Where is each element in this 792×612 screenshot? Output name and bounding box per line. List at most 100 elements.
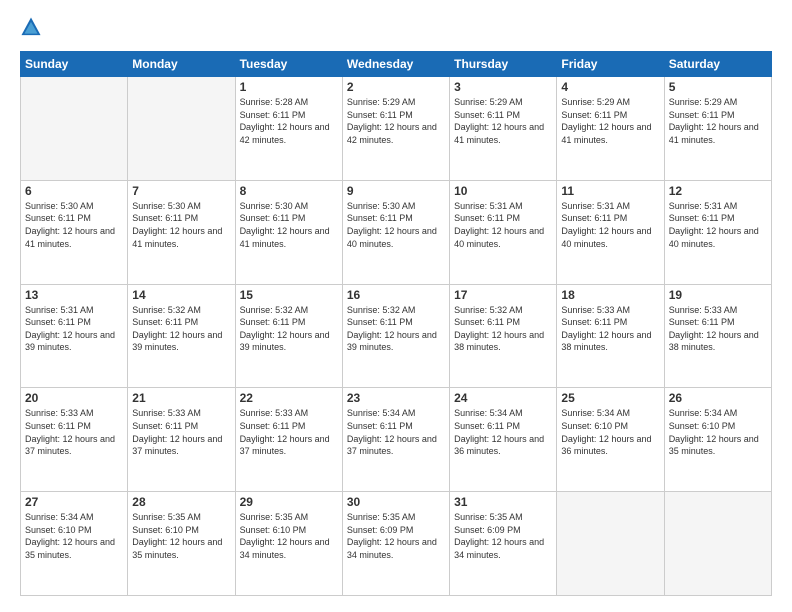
calendar-cell: 16Sunrise: 5:32 AM Sunset: 6:11 PM Dayli… <box>342 284 449 388</box>
calendar-cell: 21 Sunrise: 5:33 AM Sunset: 6:11 PM Dayli… <box>128 388 235 492</box>
day-info: Sunrise: 5:33 AM Sunset: 6:11 PM Dayligh… <box>561 304 659 354</box>
calendar-cell: 22Sunrise: 5:33 AM Sunset: 6:11 PM Dayli… <box>235 388 342 492</box>
day-info: Sunrise: 5:34 AM Sunset: 6:10 PM Dayligh… <box>669 407 767 457</box>
calendar-cell: 12 Sunrise: 5:31 AM Sunset: 6:11 PM Dayli… <box>664 180 771 284</box>
day-number: 20 <box>25 391 123 405</box>
day-number: 30 <box>347 495 445 509</box>
calendar-cell: 1 Sunrise: 5:28 AM Sunset: 6:11 PM Daylig… <box>235 77 342 181</box>
day-number: 19 <box>669 288 767 302</box>
day-info: Sunrise: 5:34 AM Sunset: 6:10 PM Dayligh… <box>561 407 659 457</box>
calendar-cell: 17Sunrise: 5:32 AM Sunset: 6:11 PM Dayli… <box>450 284 557 388</box>
day-number: 12 <box>669 184 767 198</box>
day-number: 13 <box>25 288 123 302</box>
calendar-cell: 20 Sunrise: 5:33 AM Sunset: 6:11 PM Dayli… <box>21 388 128 492</box>
day-number: 14 <box>132 288 230 302</box>
day-number: 29 <box>240 495 338 509</box>
day-info: Sunrise: 5:33 AM Sunset: 6:11 PM Dayligh… <box>669 304 767 354</box>
calendar-cell: 26 Sunrise: 5:34 AM Sunset: 6:10 PM Dayli… <box>664 388 771 492</box>
calendar-cell: 28Sunrise: 5:35 AM Sunset: 6:10 PM Dayli… <box>128 492 235 596</box>
calendar-cell <box>21 77 128 181</box>
day-info: Sunrise: 5:31 AM Sunset: 6:11 PM Dayligh… <box>25 304 123 354</box>
day-info: Sunrise: 5:33 AM Sunset: 6:11 PM Dayligh… <box>132 407 230 457</box>
day-number: 15 <box>240 288 338 302</box>
calendar-cell: 7 Sunrise: 5:30 AM Sunset: 6:11 PM Daylig… <box>128 180 235 284</box>
week-row-4: 20 Sunrise: 5:33 AM Sunset: 6:11 PM Dayli… <box>21 388 772 492</box>
calendar-cell: 4 Sunrise: 5:29 AM Sunset: 6:11 PM Daylig… <box>557 77 664 181</box>
weekday-header-thursday: Thursday <box>450 52 557 77</box>
day-info: Sunrise: 5:32 AM Sunset: 6:11 PM Dayligh… <box>132 304 230 354</box>
day-number: 31 <box>454 495 552 509</box>
calendar-cell: 25 Sunrise: 5:34 AM Sunset: 6:10 PM Dayli… <box>557 388 664 492</box>
week-row-5: 27 Sunrise: 5:34 AM Sunset: 6:10 PM Dayli… <box>21 492 772 596</box>
day-number: 26 <box>669 391 767 405</box>
week-row-3: 13 Sunrise: 5:31 AM Sunset: 6:11 PM Dayli… <box>21 284 772 388</box>
page: SundayMondayTuesdayWednesdayThursdayFrid… <box>0 0 792 612</box>
day-number: 5 <box>669 80 767 94</box>
day-info: Sunrise: 5:31 AM Sunset: 6:11 PM Dayligh… <box>561 200 659 250</box>
day-info: Sunrise: 5:34 AM Sunset: 6:11 PM Dayligh… <box>347 407 445 457</box>
calendar-cell: 15 Sunrise: 5:32 AM Sunset: 6:11 PM Dayli… <box>235 284 342 388</box>
day-info: Sunrise: 5:29 AM Sunset: 6:11 PM Dayligh… <box>454 96 552 146</box>
calendar-cell: 11 Sunrise: 5:31 AM Sunset: 6:11 PM Dayli… <box>557 180 664 284</box>
weekday-header-sunday: Sunday <box>21 52 128 77</box>
day-number: 27 <box>25 495 123 509</box>
day-info: Sunrise: 5:34 AM Sunset: 6:11 PM Dayligh… <box>454 407 552 457</box>
day-info: Sunrise: 5:32 AM Sunset: 6:11 PM Dayligh… <box>240 304 338 354</box>
weekday-header-row: SundayMondayTuesdayWednesdayThursdayFrid… <box>21 52 772 77</box>
calendar-cell: 3 Sunrise: 5:29 AM Sunset: 6:11 PM Daylig… <box>450 77 557 181</box>
day-info: Sunrise: 5:29 AM Sunset: 6:11 PM Dayligh… <box>561 96 659 146</box>
week-row-2: 6 Sunrise: 5:30 AM Sunset: 6:11 PM Daylig… <box>21 180 772 284</box>
calendar-cell: 24Sunrise: 5:34 AM Sunset: 6:11 PM Dayli… <box>450 388 557 492</box>
weekday-header-wednesday: Wednesday <box>342 52 449 77</box>
header <box>20 16 772 43</box>
day-number: 6 <box>25 184 123 198</box>
day-info: Sunrise: 5:32 AM Sunset: 6:11 PM Dayligh… <box>347 304 445 354</box>
day-info: Sunrise: 5:35 AM Sunset: 6:10 PM Dayligh… <box>240 511 338 561</box>
calendar-cell: 10Sunrise: 5:31 AM Sunset: 6:11 PM Dayli… <box>450 180 557 284</box>
day-number: 21 <box>132 391 230 405</box>
calendar-cell: 13 Sunrise: 5:31 AM Sunset: 6:11 PM Dayli… <box>21 284 128 388</box>
day-number: 4 <box>561 80 659 94</box>
day-number: 7 <box>132 184 230 198</box>
calendar-cell: 14 Sunrise: 5:32 AM Sunset: 6:11 PM Dayli… <box>128 284 235 388</box>
calendar-cell: 29 Sunrise: 5:35 AM Sunset: 6:10 PM Dayli… <box>235 492 342 596</box>
calendar-cell: 2 Sunrise: 5:29 AM Sunset: 6:11 PM Daylig… <box>342 77 449 181</box>
calendar-cell: 19 Sunrise: 5:33 AM Sunset: 6:11 PM Dayli… <box>664 284 771 388</box>
calendar-cell: 31Sunrise: 5:35 AM Sunset: 6:09 PM Dayli… <box>450 492 557 596</box>
calendar-cell <box>557 492 664 596</box>
day-number: 1 <box>240 80 338 94</box>
day-info: Sunrise: 5:30 AM Sunset: 6:11 PM Dayligh… <box>132 200 230 250</box>
day-info: Sunrise: 5:33 AM Sunset: 6:11 PM Dayligh… <box>25 407 123 457</box>
weekday-header-monday: Monday <box>128 52 235 77</box>
weekday-header-friday: Friday <box>557 52 664 77</box>
calendar-cell <box>664 492 771 596</box>
day-number: 2 <box>347 80 445 94</box>
calendar-cell: 27 Sunrise: 5:34 AM Sunset: 6:10 PM Dayli… <box>21 492 128 596</box>
day-number: 11 <box>561 184 659 198</box>
day-number: 8 <box>240 184 338 198</box>
calendar-cell <box>128 77 235 181</box>
day-info: Sunrise: 5:30 AM Sunset: 6:11 PM Dayligh… <box>25 200 123 250</box>
day-number: 23 <box>347 391 445 405</box>
week-row-1: 1 Sunrise: 5:28 AM Sunset: 6:11 PM Daylig… <box>21 77 772 181</box>
calendar-table: SundayMondayTuesdayWednesdayThursdayFrid… <box>20 51 772 596</box>
weekday-header-tuesday: Tuesday <box>235 52 342 77</box>
day-number: 10 <box>454 184 552 198</box>
calendar-cell: 8Sunrise: 5:30 AM Sunset: 6:11 PM Daylig… <box>235 180 342 284</box>
calendar-cell: 18 Sunrise: 5:33 AM Sunset: 6:11 PM Dayli… <box>557 284 664 388</box>
day-info: Sunrise: 5:28 AM Sunset: 6:11 PM Dayligh… <box>240 96 338 146</box>
calendar-cell: 5Sunrise: 5:29 AM Sunset: 6:11 PM Daylig… <box>664 77 771 181</box>
day-info: Sunrise: 5:30 AM Sunset: 6:11 PM Dayligh… <box>347 200 445 250</box>
day-info: Sunrise: 5:32 AM Sunset: 6:11 PM Dayligh… <box>454 304 552 354</box>
day-info: Sunrise: 5:34 AM Sunset: 6:10 PM Dayligh… <box>25 511 123 561</box>
day-info: Sunrise: 5:29 AM Sunset: 6:11 PM Dayligh… <box>347 96 445 146</box>
calendar-cell: 30Sunrise: 5:35 AM Sunset: 6:09 PM Dayli… <box>342 492 449 596</box>
day-number: 18 <box>561 288 659 302</box>
logo-icon <box>20 16 42 38</box>
calendar-cell: 9Sunrise: 5:30 AM Sunset: 6:11 PM Daylig… <box>342 180 449 284</box>
day-info: Sunrise: 5:33 AM Sunset: 6:11 PM Dayligh… <box>240 407 338 457</box>
weekday-header-saturday: Saturday <box>664 52 771 77</box>
day-info: Sunrise: 5:31 AM Sunset: 6:11 PM Dayligh… <box>669 200 767 250</box>
day-number: 25 <box>561 391 659 405</box>
day-number: 3 <box>454 80 552 94</box>
